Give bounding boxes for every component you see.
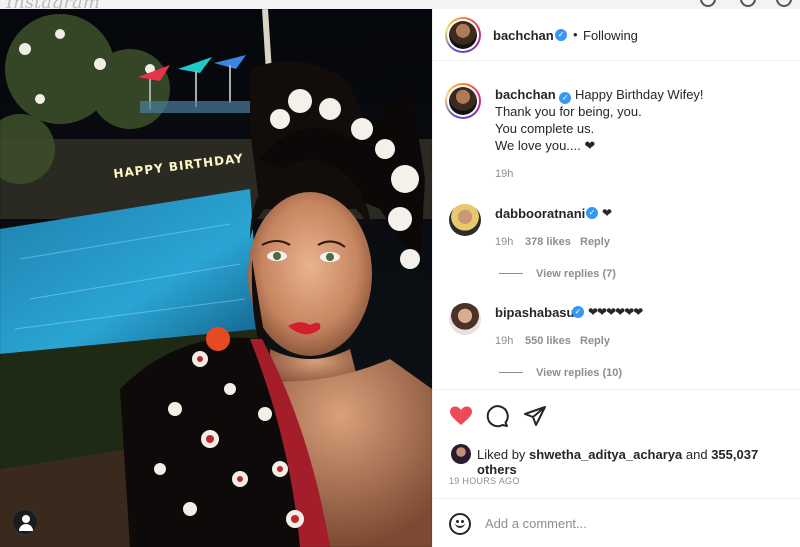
post-header: bachchan ✓ • Following [433, 9, 800, 61]
comment-likes[interactable]: 550 likes [525, 335, 571, 347]
replies-divider [499, 273, 523, 274]
caption-line: We love you.... ❤ [495, 138, 596, 153]
account-icon[interactable] [12, 509, 38, 535]
add-comment-bar [433, 498, 800, 546]
verified-icon: ✓ [572, 306, 584, 318]
liked-by-prefix: Liked by [477, 447, 526, 462]
verified-icon: ✓ [555, 29, 567, 41]
caption-line: Thank you for being, you. [495, 104, 642, 119]
caption-line: You complete us. [495, 121, 595, 136]
share-icon[interactable] [523, 404, 547, 428]
post-photo[interactable]: HAPPY BIRTHDAY [0, 9, 432, 547]
header-separator: • [573, 27, 578, 42]
comment-text: ❤❤❤❤❤❤ [588, 305, 643, 319]
verified-icon: ✓ [586, 207, 598, 219]
comment-reply-button[interactable]: Reply [580, 236, 610, 248]
comment-icon[interactable] [485, 404, 509, 428]
post-actions: Liked by shwetha_aditya_acharya and 355,… [433, 389, 800, 545]
view-replies-button[interactable]: View replies (7) [536, 268, 616, 280]
replies-divider [499, 372, 523, 373]
heart-icon[interactable] [449, 404, 473, 428]
liked-by-avatar[interactable] [451, 444, 471, 464]
caption-author-avatar[interactable] [445, 83, 481, 119]
caption-line: Happy Birthday Wifey! [574, 87, 704, 102]
avatar-image [449, 87, 477, 115]
explore-icon[interactable] [700, 0, 716, 7]
following-button[interactable]: Following [583, 28, 638, 43]
view-replies-button[interactable]: View replies (10) [536, 367, 622, 379]
comment-input[interactable] [485, 511, 775, 535]
post-side-panel: bachchan ✓ • Following bachchan ✓ Happy … [432, 9, 800, 547]
comment-time[interactable]: 19h [495, 335, 513, 347]
top-nav-strip: Instagram [0, 0, 800, 9]
account-icon-head [22, 515, 30, 523]
liked-by-and: and [685, 447, 708, 462]
author-avatar[interactable] [445, 17, 481, 53]
comment-avatar[interactable] [449, 303, 481, 335]
avatar-ring-gap [447, 85, 479, 117]
caption-author-username[interactable]: bachchan [495, 87, 556, 102]
caption-time[interactable]: 19h [495, 168, 513, 180]
account-icon-body [19, 524, 33, 531]
avatar-image [449, 21, 477, 49]
instagram-logo[interactable]: Instagram [6, 0, 100, 9]
photo-illustration: HAPPY BIRTHDAY [0, 9, 432, 547]
profile-icon[interactable] [776, 0, 792, 7]
comment-time[interactable]: 19h [495, 236, 513, 248]
comment-username[interactable]: dabbooratnani [495, 206, 585, 221]
comment-username[interactable]: bipashabasu [495, 305, 574, 320]
comment-reply-button[interactable]: Reply [580, 335, 610, 347]
comment-avatar[interactable] [449, 204, 481, 236]
liked-by-user[interactable]: shwetha_aditya_acharya [529, 447, 682, 462]
emoji-icon[interactable] [449, 513, 471, 535]
post-caption: bachchan ✓ Happy Birthday Wifey! Thank y… [495, 86, 785, 154]
post-time-ago[interactable]: 19 HOURS AGO [449, 476, 520, 486]
emoji-mouth [455, 522, 465, 528]
activity-icon[interactable] [740, 0, 756, 7]
comment-text: ❤ [602, 206, 612, 220]
comment-likes[interactable]: 378 likes [525, 236, 571, 248]
liked-by-text: Liked by shwetha_aditya_acharya and 355,… [477, 447, 800, 477]
author-username[interactable]: bachchan [493, 28, 554, 43]
avatar-ring-gap [447, 19, 479, 51]
